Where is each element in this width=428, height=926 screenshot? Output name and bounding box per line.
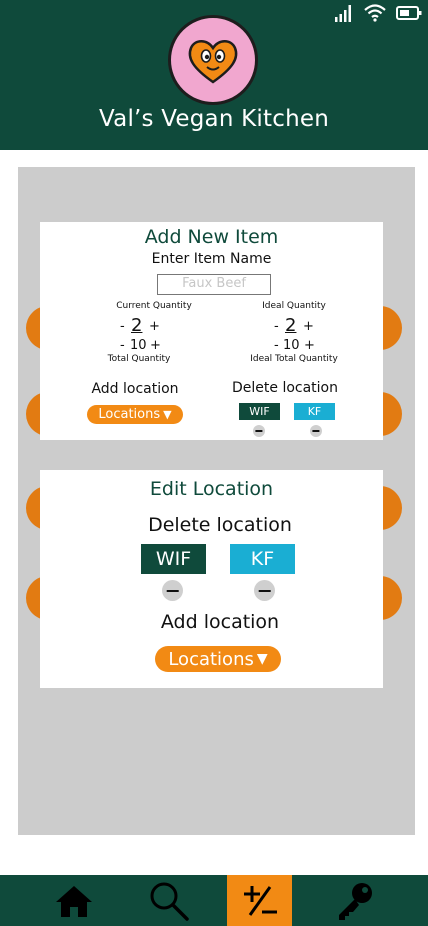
location-tag-wif: WIF <box>239 403 280 420</box>
app-title: Val’s Vegan Kitchen <box>99 106 329 132</box>
delete-wif-button[interactable] <box>162 580 183 601</box>
item-name-label: Enter Item Name <box>151 251 272 267</box>
caret-down-icon: ▼ <box>163 408 172 421</box>
bottom-nav <box>0 875 428 926</box>
ideal-quantity-increment[interactable]: + <box>303 319 314 334</box>
caret-down-icon: ▼ <box>256 651 268 667</box>
add-location-label: Add location <box>160 611 280 633</box>
locations-dropdown-label: Locations <box>168 648 254 670</box>
ideal-quantity-decrement[interactable]: - <box>274 319 279 334</box>
location-tag-kf: KF <box>230 544 295 574</box>
total-quantity-value: 10 <box>130 338 147 353</box>
location-tag-wif: WIF <box>141 544 206 574</box>
locations-dropdown[interactable]: Locations ▼ <box>155 646 281 672</box>
nav-search[interactable] <box>136 875 201 926</box>
delete-location-label: Delete location <box>232 380 338 396</box>
item-name-input[interactable]: Faux Beef <box>157 274 271 295</box>
ideal-total-quantity-label: Ideal Total Quantity <box>250 354 338 364</box>
nav-home[interactable] <box>41 875 106 926</box>
locations-dropdown[interactable]: Locations ▼ <box>87 405 183 424</box>
total-quantity-decrement[interactable]: - <box>120 338 125 353</box>
locations-dropdown-label: Locations <box>98 407 161 422</box>
ideal-quantity-value: 2 <box>285 315 297 336</box>
add-item-dialog: Add New Item Enter Item Name Faux Beef C… <box>40 222 383 440</box>
nav-adjust-inventory[interactable] <box>227 875 292 926</box>
wifi-icon <box>364 4 386 22</box>
ideal-total-quantity-increment[interactable]: + <box>304 338 315 353</box>
ideal-quantity-label: Ideal Quantity <box>262 301 326 311</box>
ideal-total-quantity-value: 10 <box>283 338 300 353</box>
search-icon <box>150 882 189 921</box>
nav-admin[interactable] <box>322 875 387 926</box>
current-quantity-label: Current Quantity <box>116 301 192 311</box>
current-quantity-increment[interactable]: + <box>149 319 160 334</box>
delete-kf-button[interactable] <box>310 425 322 437</box>
edit-location-dialog: Edit Location Delete location WIF KF Add… <box>40 470 383 688</box>
battery-icon <box>396 6 422 20</box>
home-icon <box>55 885 92 917</box>
ideal-total-quantity-decrement[interactable]: - <box>274 338 279 353</box>
total-quantity-label: Total Quantity <box>107 354 171 364</box>
delete-location-label: Delete location <box>148 514 292 536</box>
plus-minus-icon <box>243 885 277 916</box>
current-quantity-decrement[interactable]: - <box>120 319 125 334</box>
total-quantity-increment[interactable]: + <box>150 338 161 353</box>
status-bar <box>334 3 422 23</box>
brand-logo <box>168 15 258 105</box>
app-header: Val’s Vegan Kitchen <box>0 0 428 150</box>
edit-location-heading: Edit Location <box>149 478 274 500</box>
key-icon <box>338 882 372 920</box>
signal-icon <box>335 5 351 22</box>
app-screen: Val’s Vegan Kitchen Add New Item Enter I… <box>0 0 428 926</box>
add-item-heading: Add New Item <box>144 226 279 248</box>
heart-mascot-icon <box>188 40 238 84</box>
current-quantity-value: 2 <box>131 315 143 336</box>
add-location-label: Add location <box>91 381 179 397</box>
delete-wif-button[interactable] <box>253 425 265 437</box>
delete-kf-button[interactable] <box>254 580 275 601</box>
location-tag-kf: KF <box>294 403 335 420</box>
